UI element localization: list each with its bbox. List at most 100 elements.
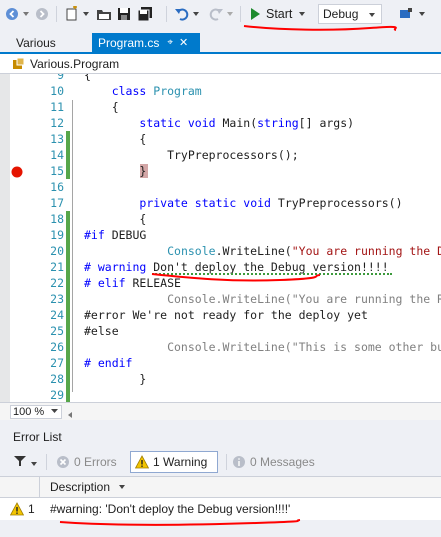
change-marker xyxy=(66,275,70,291)
warnings-count: 1 Warning xyxy=(153,455,208,469)
filter-dropdown-icon[interactable] xyxy=(30,457,38,471)
row-index: 1 xyxy=(28,502,35,516)
change-marker xyxy=(66,147,70,163)
new-project-dropdown-icon[interactable] xyxy=(82,4,90,24)
undo-icon[interactable] xyxy=(174,4,190,24)
code-line[interactable]: 18 { xyxy=(0,211,441,227)
code-text: static void Main(string[] args) xyxy=(139,116,355,130)
code-text: #if DEBUG xyxy=(84,228,147,242)
start-button[interactable]: Start xyxy=(248,4,314,24)
change-marker xyxy=(66,339,70,355)
change-marker xyxy=(66,211,70,227)
line-number: 24 xyxy=(50,308,64,322)
back-icon[interactable] xyxy=(4,4,20,24)
code-text: Console.WriteLine("This is some other bu… xyxy=(167,340,441,354)
code-line[interactable]: 20 Console.WriteLine("You are running th… xyxy=(0,243,441,259)
tab-label: Various xyxy=(16,35,56,50)
code-line[interactable]: 27 # endif xyxy=(0,355,441,371)
editor-status-bar: 100 % xyxy=(0,402,441,420)
code-line[interactable]: 11 { xyxy=(0,99,441,115)
scroll-left-icon[interactable] xyxy=(66,408,74,418)
change-marker xyxy=(66,355,70,371)
code-line[interactable]: 13 { xyxy=(0,131,441,147)
change-marker xyxy=(66,307,70,323)
redo-icon[interactable] xyxy=(208,4,224,24)
document-tab-strip: Various Program.cs ⌖ ✕ xyxy=(0,33,441,54)
open-file-icon[interactable] xyxy=(96,4,112,24)
code-line[interactable]: 9{ xyxy=(0,74,441,83)
line-number: 16 xyxy=(50,180,64,194)
code-line[interactable]: 23 Console.WriteLine("You are running th… xyxy=(0,291,441,307)
line-number: 13 xyxy=(50,132,64,146)
code-line[interactable]: 25 #else xyxy=(0,323,441,339)
breakpoint-icon[interactable] xyxy=(11,166,23,178)
code-line[interactable]: 12 static void Main(string[] args) xyxy=(0,115,441,131)
messages-filter-button[interactable]: 0 Messages xyxy=(232,452,315,472)
start-dropdown-icon xyxy=(299,12,306,16)
new-project-icon[interactable] xyxy=(64,4,80,24)
outlining-line xyxy=(72,100,73,392)
code-line[interactable]: 10 class Program xyxy=(0,83,441,99)
description-column-header[interactable]: Description xyxy=(50,480,126,494)
redo-dropdown-icon[interactable] xyxy=(226,4,234,24)
save-icon[interactable] xyxy=(116,4,132,24)
messages-count: 0 Messages xyxy=(250,455,315,469)
line-number: 21 xyxy=(50,260,64,274)
code-line[interactable]: 16 xyxy=(0,179,441,195)
line-number: 20 xyxy=(50,244,64,258)
filter-icon[interactable] xyxy=(14,455,26,470)
line-number: 26 xyxy=(50,340,64,354)
error-list-toolbar: 0 Errors 1 Warning 0 Messages xyxy=(0,448,441,476)
error-icon xyxy=(57,456,69,468)
close-icon[interactable]: ✕ xyxy=(179,36,188,49)
change-marker xyxy=(66,259,70,275)
code-text: # elif RELEASE xyxy=(84,276,181,290)
back-dropdown-icon[interactable] xyxy=(22,4,30,24)
error-list-row[interactable]: 1 #warning: 'Don't deploy the Debug vers… xyxy=(0,498,441,520)
undo-dropdown-icon[interactable] xyxy=(192,4,200,24)
tab-program-cs[interactable]: Program.cs ⌖ ✕ xyxy=(92,33,200,52)
code-editor[interactable]: 9{10 class Program 11 {12 static void Mai… xyxy=(0,74,441,402)
configuration-value: Debug xyxy=(323,7,359,21)
line-number: 15 xyxy=(50,164,64,178)
error-list-title: Error List xyxy=(13,430,62,444)
code-line[interactable]: 28 } xyxy=(0,371,441,387)
line-number: 22 xyxy=(50,276,64,290)
line-number: 25 xyxy=(50,324,64,338)
change-marker xyxy=(66,227,70,243)
code-line[interactable]: 21 # warning Don't deploy the Debug versi… xyxy=(0,259,441,275)
sort-icon xyxy=(119,485,126,489)
line-number: 10 xyxy=(50,84,64,98)
code-line[interactable]: 14 TryPreprocessors(); xyxy=(0,147,441,163)
code-text: #error We're not ready for the deploy ye… xyxy=(84,308,368,322)
scope-dropdown[interactable]: Various.Program xyxy=(30,57,119,71)
code-text: TryPreprocessors(); xyxy=(84,148,299,162)
code-line[interactable]: 19 #if DEBUG xyxy=(0,227,441,243)
tab-various[interactable]: Various xyxy=(10,33,62,52)
line-number: 12 xyxy=(50,116,64,130)
line-number: 18 xyxy=(50,212,64,226)
chevron-down-icon xyxy=(51,409,58,413)
row-description: #warning: 'Don't deploy the Debug versio… xyxy=(50,502,291,516)
code-text: # endif xyxy=(84,356,133,370)
pin-icon[interactable]: ⌖ xyxy=(167,37,173,48)
tools-icon[interactable] xyxy=(398,4,414,24)
code-line[interactable]: 15 } xyxy=(0,163,441,179)
chevron-down-icon xyxy=(369,13,375,17)
code-line[interactable]: 24 #error We're not ready for the deploy … xyxy=(0,307,441,323)
line-number: 29 xyxy=(50,388,64,402)
code-line[interactable]: 29 xyxy=(0,387,441,402)
code-text: { xyxy=(84,74,91,82)
save-all-icon[interactable] xyxy=(136,4,154,24)
forward-icon[interactable] xyxy=(34,4,50,24)
zoom-select[interactable]: 100 % xyxy=(10,404,62,419)
code-line[interactable]: 22 # elif RELEASE xyxy=(0,275,441,291)
warnings-filter-button[interactable]: 1 Warning xyxy=(130,451,218,473)
solution-configuration-select[interactable]: Debug xyxy=(318,4,382,24)
tools-dropdown-icon[interactable] xyxy=(418,4,426,24)
errors-filter-button[interactable]: 0 Errors xyxy=(56,452,117,472)
code-text: } xyxy=(84,372,147,386)
errors-count: 0 Errors xyxy=(74,455,117,469)
code-line[interactable]: 17 private static void TryPreprocessors(… xyxy=(0,195,441,211)
code-line[interactable]: 26 Console.WriteLine("This is some other… xyxy=(0,339,441,355)
